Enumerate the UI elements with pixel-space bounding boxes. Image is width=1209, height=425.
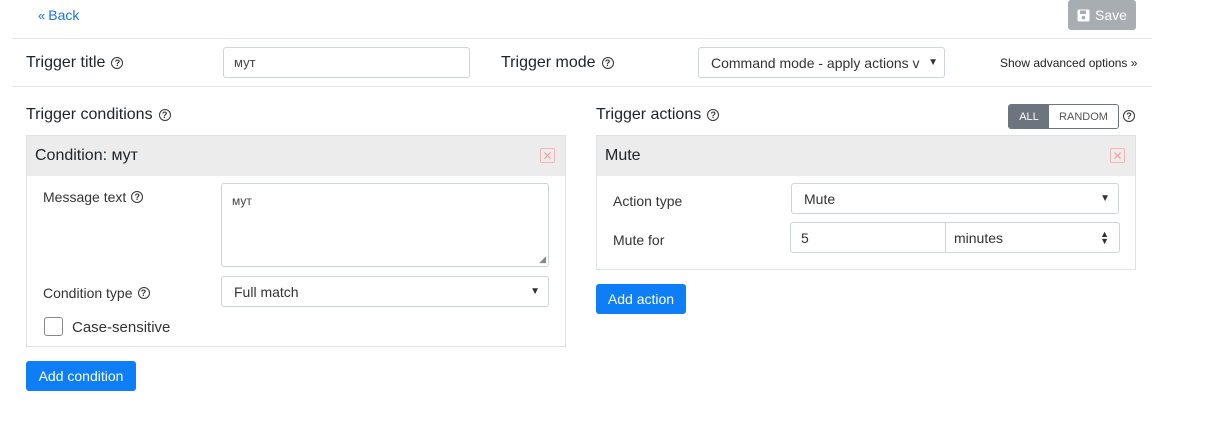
trigger-title-input[interactable]: мут bbox=[223, 47, 470, 78]
mute-unit-value: minutes bbox=[954, 229, 1004, 246]
message-text-label-text: Message text bbox=[43, 189, 127, 205]
dropdown-caret-icon: ▼ bbox=[530, 286, 540, 297]
dropdown-caret-icon: ▼ bbox=[1100, 193, 1110, 204]
show-advanced-options-link[interactable]: Show advanced options » bbox=[1000, 56, 1137, 70]
mute-for-input[interactable]: 5 bbox=[790, 222, 946, 253]
trigger-mode-text: Trigger mode bbox=[501, 54, 596, 71]
help-icon[interactable]: ? bbox=[601, 57, 614, 69]
help-icon[interactable]: ? bbox=[131, 191, 144, 203]
condition-type-value: Full match bbox=[234, 283, 299, 300]
action-card: Mute ✕ Action type Mute ▼ Mute for 5 min… bbox=[596, 135, 1136, 270]
mute-for-label: Mute for bbox=[613, 232, 665, 248]
condition-type-label-text: Condition type bbox=[43, 285, 133, 301]
trigger-actions-text: Trigger actions bbox=[596, 106, 702, 123]
save-label: Save bbox=[1095, 7, 1127, 23]
help-icon[interactable]: ? bbox=[1123, 110, 1135, 122]
back-link[interactable]: «Back bbox=[38, 7, 79, 23]
help-icon[interactable]: ? bbox=[707, 109, 720, 121]
back-label: Back bbox=[48, 7, 80, 23]
condition-card-header: Condition: мут bbox=[27, 136, 565, 176]
message-text-textarea[interactable]: мут ◢ bbox=[221, 183, 549, 267]
toggle-all-button[interactable]: ALL bbox=[1009, 105, 1049, 128]
actions-mode-toggle: ALL RANDOM bbox=[1008, 104, 1119, 129]
trigger-title-label: Trigger title ? bbox=[26, 54, 124, 72]
mute-for-value: 5 bbox=[801, 229, 809, 246]
condition-type-label: Condition type ? bbox=[43, 285, 150, 301]
toggle-random-button[interactable]: RANDOM bbox=[1049, 105, 1118, 128]
divider bbox=[12, 38, 1152, 39]
case-sensitive-label: Case-sensitive bbox=[72, 319, 171, 336]
action-card-title: Mute bbox=[605, 147, 641, 164]
trigger-mode-select[interactable]: Command mode - apply actions v ▼ bbox=[698, 47, 945, 78]
trigger-actions-heading: Trigger actions ? bbox=[596, 106, 720, 124]
help-icon[interactable]: ? bbox=[137, 287, 150, 299]
close-icon[interactable]: ✕ bbox=[540, 148, 555, 163]
trigger-title-text: Trigger title bbox=[26, 54, 106, 71]
help-icon[interactable]: ? bbox=[158, 109, 171, 121]
condition-type-select[interactable]: Full match ▼ bbox=[221, 276, 549, 307]
case-sensitive-checkbox[interactable] bbox=[44, 317, 63, 336]
action-type-label: Action type bbox=[613, 193, 683, 209]
dropdown-caret-icon: ▼ bbox=[928, 57, 938, 68]
trigger-conditions-text: Trigger conditions bbox=[26, 106, 153, 123]
add-action-button[interactable]: Add action bbox=[596, 284, 686, 314]
trigger-title-value: мут bbox=[234, 55, 256, 70]
message-text-label: Message text ? bbox=[43, 189, 144, 205]
floppy-disk-icon bbox=[1077, 9, 1090, 21]
trigger-mode-label: Trigger mode ? bbox=[501, 54, 614, 72]
trigger-conditions-heading: Trigger conditions ? bbox=[26, 106, 171, 124]
resize-handle-icon[interactable]: ◢ bbox=[539, 254, 546, 265]
action-card-header: Mute bbox=[597, 136, 1135, 176]
action-type-select[interactable]: Mute ▼ bbox=[791, 183, 1119, 214]
action-type-value: Mute bbox=[804, 190, 836, 207]
close-icon[interactable]: ✕ bbox=[1110, 148, 1125, 163]
sort-arrows-icon: ▲ ▼ bbox=[1100, 228, 1109, 246]
help-icon[interactable]: ? bbox=[111, 57, 124, 69]
trigger-mode-value: Command mode - apply actions v bbox=[711, 54, 920, 71]
condition-card-title: Condition: мут bbox=[35, 147, 138, 164]
condition-card: Condition: мут ✕ Message text ? мут ◢ Co… bbox=[26, 135, 566, 347]
divider bbox=[12, 86, 1152, 87]
message-text-value: мут bbox=[232, 194, 252, 208]
mute-unit-select[interactable]: minutes ▲ ▼ bbox=[945, 222, 1120, 253]
double-chevron-left-icon: « bbox=[38, 8, 45, 23]
add-condition-button[interactable]: Add condition bbox=[26, 361, 136, 391]
save-button[interactable]: Save bbox=[1068, 0, 1136, 30]
